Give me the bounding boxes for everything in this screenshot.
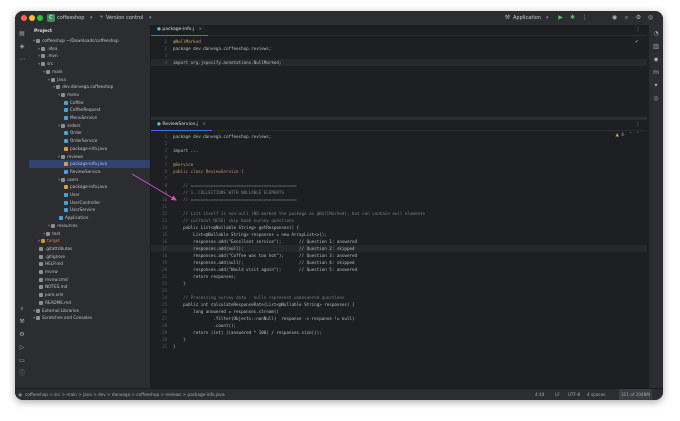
annotation-arrow: [131, 173, 177, 201]
arrow-line: [131, 173, 177, 201]
